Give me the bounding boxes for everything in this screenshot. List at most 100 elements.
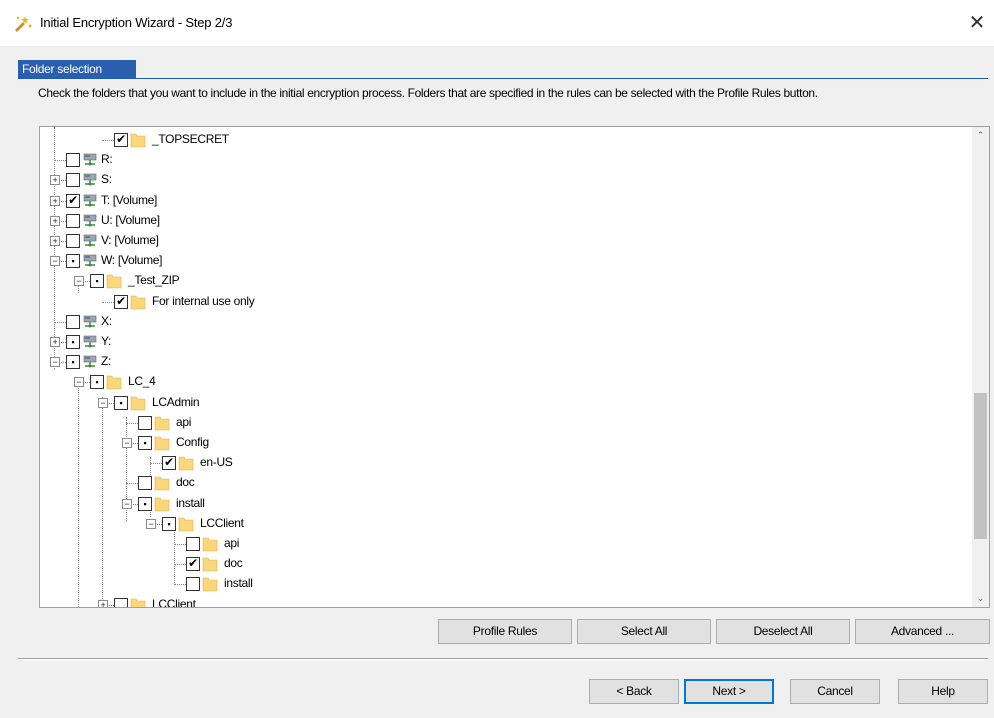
tree-item[interactable]: doc <box>40 474 940 492</box>
folder-icon <box>130 396 146 410</box>
tree-item[interactable]: api <box>40 535 940 553</box>
tree-item-checkbox[interactable]: ▪ <box>138 496 152 511</box>
tree-item-checkbox[interactable] <box>66 153 80 168</box>
tree-item[interactable]: R: <box>40 151 940 169</box>
expand-icon[interactable]: + <box>50 236 60 246</box>
tree-item[interactable]: − ▪ _Test_ZIP <box>40 272 940 290</box>
scroll-down-icon[interactable]: ⌄ <box>972 590 989 607</box>
tree-item[interactable]: + U: [Volume] <box>40 212 940 230</box>
tree-item[interactable]: − ▪ LCClient <box>40 515 940 533</box>
tree-item-label: LCAdmin <box>152 394 200 409</box>
folder-icon <box>154 416 170 431</box>
tree-item-label: install <box>176 495 205 510</box>
tree-item[interactable]: + ✔ T: [Volume] <box>40 192 940 210</box>
tree-item-checkbox[interactable]: ▪ <box>114 395 128 410</box>
network-drive-icon <box>83 174 97 186</box>
tree-item-label: _TOPSECRET <box>152 132 229 146</box>
expand-icon[interactable]: + <box>50 337 60 347</box>
tree-item-checkbox[interactable] <box>186 577 200 592</box>
tree-item[interactable]: − ▪ Config <box>40 434 940 452</box>
tree-item-label: _Test_ZIP <box>128 273 180 288</box>
tree-item-checkbox[interactable] <box>66 173 80 188</box>
tree-item[interactable]: api <box>40 414 940 432</box>
tree-item-checkbox[interactable]: ▪ <box>90 375 104 390</box>
collapse-icon[interactable]: − <box>122 498 132 509</box>
tree-item[interactable]: ✔ For internal use only <box>40 293 940 311</box>
tree-item-checkbox[interactable]: ✔ <box>162 456 176 471</box>
tree-item-label: api <box>224 536 240 550</box>
tree-item[interactable]: + V: [Volume] <box>40 232 940 250</box>
tree-item[interactable]: ✔ doc <box>40 555 940 573</box>
tree-item-checkbox[interactable]: ✔ <box>114 294 128 309</box>
tree-item-label: R: <box>101 152 113 167</box>
tree-item-label: install <box>224 576 253 591</box>
tree-item-checkbox[interactable] <box>66 314 80 329</box>
back-button[interactable]: < Back <box>589 679 679 704</box>
tree-item-checkbox[interactable] <box>138 415 152 430</box>
scroll-thumb[interactable] <box>974 393 987 539</box>
collapse-icon[interactable]: − <box>122 438 132 448</box>
tree-item-checkbox[interactable]: ✔ <box>114 133 128 147</box>
folder-tree[interactable]: ✔ _TOPSECRET R: + S: + ✔ T: [Volume] + U: [Volume… <box>39 126 990 608</box>
tree-item[interactable]: − ▪ install <box>40 495 940 513</box>
tree-item[interactable]: ✔ en-US <box>40 454 940 472</box>
tree-item-checkbox[interactable] <box>66 213 80 228</box>
tree-item-checkbox[interactable] <box>114 597 128 607</box>
tree-item[interactable]: + S: <box>40 171 940 189</box>
cancel-button[interactable]: Cancel <box>790 679 880 704</box>
tree-item-label: LCClient <box>152 596 196 608</box>
tree-item-checkbox[interactable]: ▪ <box>66 254 80 269</box>
tree-item-label: W: [Volume] <box>101 253 163 268</box>
tree-item-checkbox[interactable] <box>66 234 80 248</box>
deselect-all-button[interactable]: Deselect All <box>716 619 850 644</box>
advanced-button[interactable]: Advanced ... <box>855 619 990 644</box>
expand-icon[interactable]: + <box>50 215 60 226</box>
expand-icon[interactable]: + <box>50 175 60 186</box>
network-drive-icon <box>83 254 97 267</box>
tree-item-label: Y: <box>101 334 112 348</box>
folder-icon <box>130 133 146 148</box>
tree-item-checkbox[interactable]: ▪ <box>138 436 152 450</box>
tree-item-checkbox[interactable]: ✔ <box>186 557 200 572</box>
expand-icon[interactable]: + <box>98 599 108 607</box>
window-title: Initial Encryption Wizard - Step 2/3 <box>40 15 233 30</box>
tree-item[interactable]: − ▪ LC_4 <box>40 373 940 391</box>
next-button[interactable]: Next > <box>684 679 774 704</box>
tree-item-label: X: <box>101 313 112 328</box>
tree-item-checkbox[interactable]: ▪ <box>162 516 176 531</box>
collapse-icon[interactable]: − <box>74 377 84 388</box>
tree-item[interactable]: + LCClient <box>40 596 940 608</box>
network-drive-icon <box>83 234 97 247</box>
collapse-icon[interactable]: − <box>74 276 84 287</box>
tree-item[interactable]: − ▪ W: [Volume] <box>40 252 940 270</box>
profile-rules-button[interactable]: Profile Rules <box>438 619 572 644</box>
tree-item[interactable]: ✔ _TOPSECRET <box>40 131 940 149</box>
tree-item-checkbox[interactable] <box>186 537 200 551</box>
tree-item[interactable]: − ▪ LCAdmin <box>40 394 940 412</box>
collapse-icon[interactable]: − <box>146 518 156 529</box>
close-button[interactable]: ✕ <box>964 10 990 36</box>
tree-item-checkbox[interactable] <box>138 476 152 491</box>
collapse-icon[interactable]: − <box>50 357 60 368</box>
tree-item[interactable]: + ▪ Y: <box>40 333 940 351</box>
collapse-icon[interactable]: − <box>50 256 60 267</box>
tree-item-checkbox[interactable]: ▪ <box>66 335 80 349</box>
tree-item-label: api <box>176 414 192 429</box>
tree-item-checkbox[interactable]: ▪ <box>90 274 104 289</box>
collapse-icon[interactable]: − <box>98 397 108 408</box>
tree-item-checkbox[interactable]: ▪ <box>66 355 80 370</box>
vertical-scrollbar[interactable]: ⌃ ⌄ <box>972 127 989 607</box>
tree-item[interactable]: install <box>40 575 940 593</box>
network-drive-icon <box>83 214 97 227</box>
tree-item[interactable]: X: <box>40 313 940 331</box>
tree-item-label: doc <box>176 475 195 490</box>
help-button[interactable]: Help <box>898 679 988 704</box>
folder-icon <box>130 295 146 309</box>
tree-item-checkbox[interactable]: ✔ <box>66 193 80 208</box>
tree-item[interactable]: − ▪ Z: <box>40 353 940 371</box>
select-all-button[interactable]: Select All <box>577 619 711 644</box>
folder-icon <box>202 578 218 592</box>
tree-item-label: T: [Volume] <box>101 192 158 207</box>
expand-icon[interactable]: + <box>50 195 60 206</box>
scroll-up-icon[interactable]: ⌃ <box>972 127 989 144</box>
